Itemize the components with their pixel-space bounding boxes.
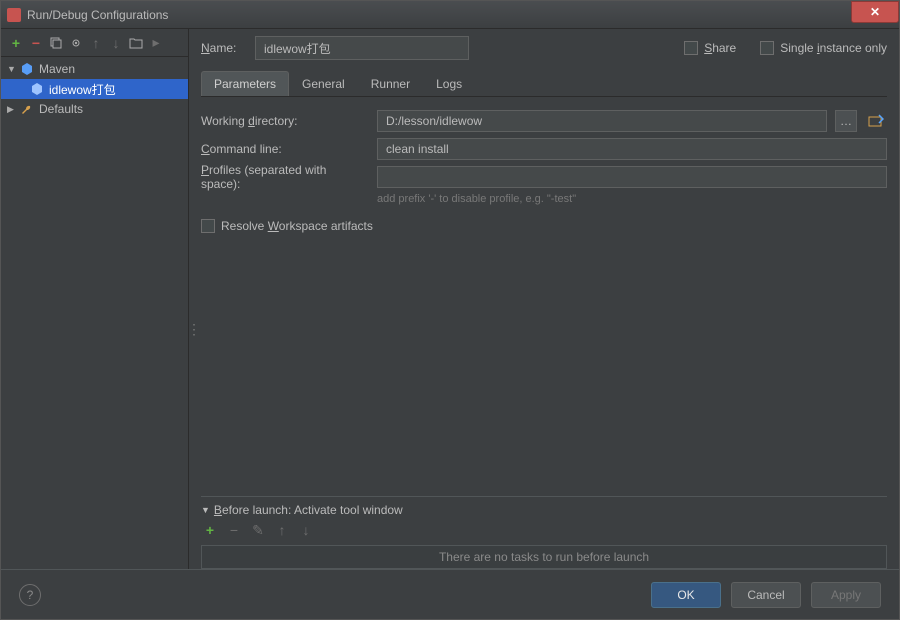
help-button[interactable]: ? [19,584,41,606]
tree-label: Defaults [39,102,83,116]
before-launch-empty: There are no tasks to run before launch [201,545,887,569]
bl-up-button[interactable]: ↑ [275,523,289,537]
tab-logs[interactable]: Logs [423,71,475,96]
move-up-button[interactable]: ↑ [89,36,103,50]
browse-button[interactable]: … [835,110,857,132]
footer-buttons: OK Cancel Apply [651,582,881,608]
name-row: Name: Share Single instance only [201,35,887,61]
resolve-artifacts-checkbox[interactable]: Resolve Workspace artifacts [201,219,373,233]
tab-general[interactable]: General [289,71,358,96]
tab-runner[interactable]: Runner [358,71,423,96]
insert-macro-button[interactable] [865,110,887,132]
sidebar-toolbar: + − ↑ ↓ ▸ [1,29,188,57]
profiles-label: Profiles (separated with space): [201,163,369,191]
single-instance-checkbox[interactable]: Single instance only [760,41,887,55]
collapse-arrow-icon: ▼ [201,505,210,515]
before-launch-section: ▼ Before launch: Activate tool window + … [201,496,887,569]
settings-button[interactable] [69,36,83,50]
main-area: + − ↑ ↓ ▸ ▼ Maven [1,29,899,569]
command-line-row: Command line: [201,135,887,163]
profiles-input[interactable] [377,166,887,188]
expand-arrow-icon: ▼ [7,64,19,74]
resolve-artifacts-row: Resolve Workspace artifacts [201,219,887,233]
remove-config-button[interactable]: − [29,36,43,50]
before-launch-header[interactable]: ▼ Before launch: Activate tool window [201,503,887,517]
parameters-form: Working directory: … Command line: Profi… [201,97,887,233]
copy-config-button[interactable] [49,36,63,50]
name-label: Name: [201,41,245,55]
name-input[interactable] [255,36,469,60]
collapse-arrow-icon: ▶ [7,104,19,115]
app-icon [7,8,21,22]
tree-label: Maven [39,62,75,76]
expand-button[interactable]: ▸ [149,36,163,50]
checkbox-icon [760,41,774,55]
command-line-label: Command line: [201,142,369,156]
tree-node-config[interactable]: idlewow打包 [1,79,188,99]
folder-button[interactable] [129,36,143,50]
apply-button[interactable]: Apply [811,582,881,608]
tree-node-maven[interactable]: ▼ Maven [1,59,188,79]
checkbox-icon [684,41,698,55]
working-dir-label: Working directory: [201,114,369,128]
checkbox-icon [201,219,215,233]
working-dir-row: Working directory: … [201,107,887,135]
ok-button[interactable]: OK [651,582,721,608]
cancel-button[interactable]: Cancel [731,582,801,608]
tree-label: idlewow打包 [49,81,116,98]
add-config-button[interactable]: + [9,36,23,50]
content-panel: Name: Share Single instance only Paramet… [189,29,899,569]
maven-icon [29,81,45,97]
window-title: Run/Debug Configurations [27,8,851,22]
command-line-input[interactable] [377,138,887,160]
splitter-handle[interactable] [187,309,191,349]
working-dir-input[interactable] [377,110,827,132]
bl-add-button[interactable]: + [203,523,217,537]
wrench-icon [19,101,35,117]
before-launch-toolbar: + − ✎ ↑ ↓ [201,517,887,543]
profiles-hint: add prefix '-' to disable profile, e.g. … [201,193,887,205]
bl-edit-button[interactable]: ✎ [251,523,265,537]
close-button[interactable]: ✕ [851,1,899,23]
bl-remove-button[interactable]: − [227,523,241,537]
bl-down-button[interactable]: ↓ [299,523,313,537]
maven-icon [19,61,35,77]
tab-parameters[interactable]: Parameters [201,71,289,96]
footer: ? OK Cancel Apply [1,569,899,619]
share-checkbox[interactable]: Share [684,41,736,55]
move-down-button[interactable]: ↓ [109,36,123,50]
config-tree: ▼ Maven idlewow打包 ▶ Defaults [1,57,188,569]
tabs: Parameters General Runner Logs [201,71,887,97]
titlebar: Run/Debug Configurations ✕ [1,1,899,29]
profiles-row: Profiles (separated with space): [201,163,887,191]
sidebar: + − ↑ ↓ ▸ ▼ Maven [1,29,189,569]
tree-node-defaults[interactable]: ▶ Defaults [1,99,188,119]
